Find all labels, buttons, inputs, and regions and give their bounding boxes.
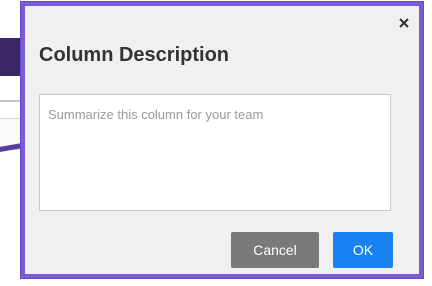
close-button[interactable] [397, 16, 411, 30]
column-description-input[interactable] [39, 94, 391, 211]
column-description-dialog: Column Description Cancel OK [21, 2, 423, 278]
dialog-title: Column Description [39, 44, 230, 66]
cancel-button[interactable]: Cancel [231, 232, 319, 268]
ok-button[interactable]: OK [333, 232, 393, 268]
background-header-fragment [0, 38, 22, 76]
close-icon [399, 18, 409, 28]
